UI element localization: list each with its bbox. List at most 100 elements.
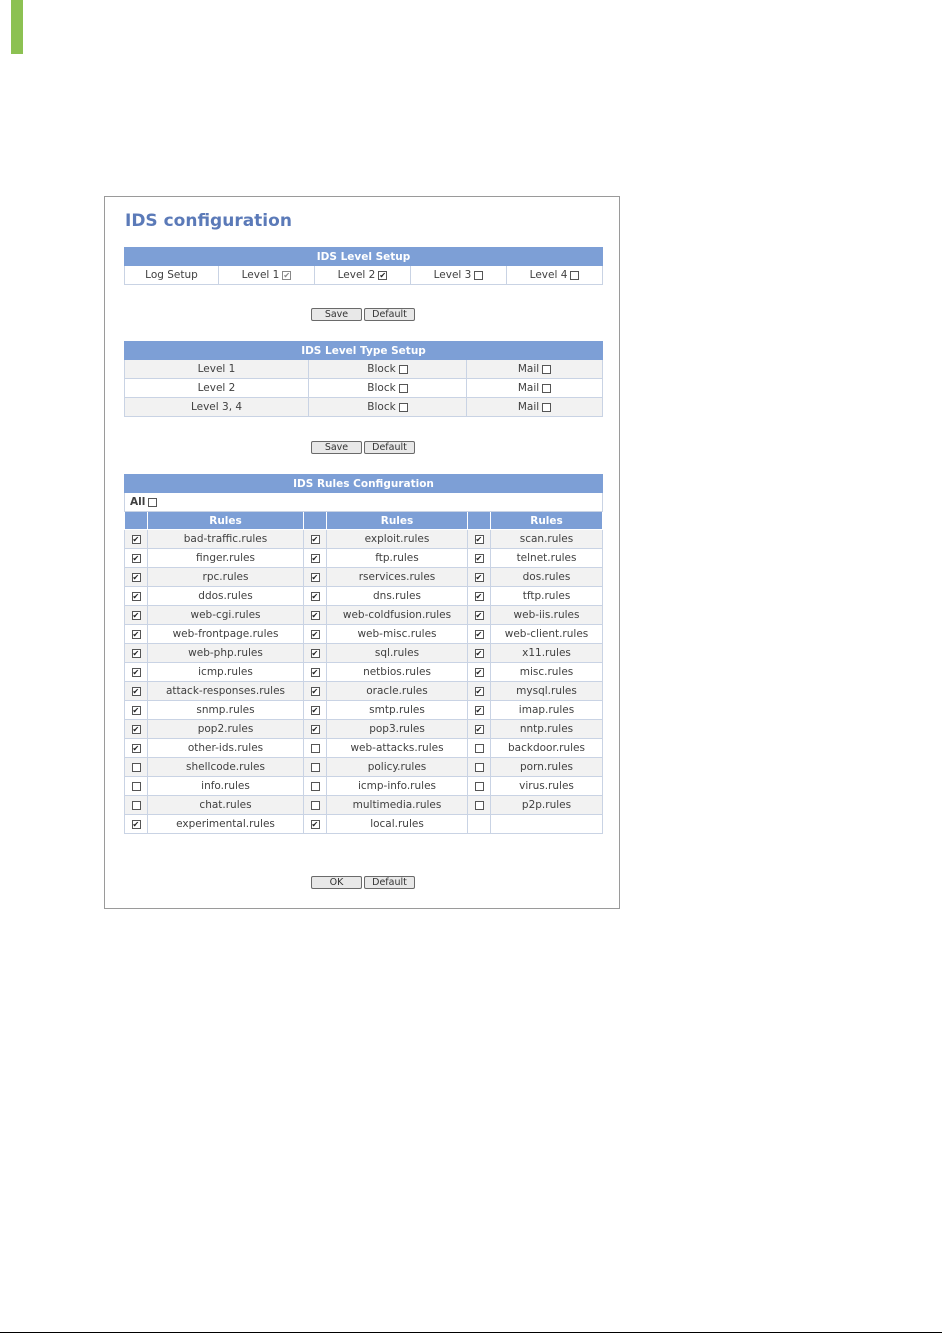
mail-cell: Mail: [466, 397, 603, 417]
rule-checkbox[interactable]: [131, 686, 141, 696]
level-type-buttons: Save Default: [105, 441, 621, 454]
rule-checkbox[interactable]: [474, 667, 484, 677]
default-button[interactable]: Default: [364, 308, 415, 321]
rule-checkbox[interactable]: [131, 553, 141, 563]
rule-checkbox[interactable]: [131, 534, 141, 544]
rule-checkbox-cell: [303, 605, 327, 625]
rule-checkbox[interactable]: [474, 591, 484, 601]
rule-checkbox[interactable]: [310, 629, 320, 639]
rule-name: dos.rules: [489, 567, 604, 587]
rule-checkbox[interactable]: [474, 686, 484, 696]
rule-name: web-frontpage.rules: [147, 624, 304, 644]
rule-checkbox[interactable]: [310, 705, 320, 715]
block-checkbox[interactable]: [398, 383, 408, 393]
rule-name: web-iis.rules: [489, 605, 604, 625]
rule-checkbox[interactable]: [310, 781, 320, 791]
mail-cell: Mail: [466, 378, 603, 398]
rule-checkbox[interactable]: [310, 610, 320, 620]
table-row: web-frontpage.rules web-misc.rules web-cli…: [124, 624, 604, 644]
rule-checkbox-cell: [303, 814, 327, 834]
rule-checkbox[interactable]: [131, 762, 141, 772]
rule-name: info.rules: [147, 776, 304, 796]
rule-checkbox[interactable]: [310, 819, 320, 829]
rule-name: icmp-info.rules: [326, 776, 468, 796]
rule-name: bad-traffic.rules: [147, 529, 304, 549]
level-1-checkbox[interactable]: [282, 270, 292, 280]
block-cell: Block: [308, 378, 467, 398]
table-row: web-cgi.rules web-coldfusion.rules web-iis…: [124, 605, 604, 625]
rule-checkbox[interactable]: [310, 534, 320, 544]
rule-name: web-attacks.rules: [326, 738, 468, 758]
rule-checkbox[interactable]: [131, 667, 141, 677]
level-label: Level 3: [433, 269, 472, 281]
rule-checkbox-cell: [303, 776, 327, 796]
rule-checkbox[interactable]: [310, 724, 320, 734]
rule-checkbox-cell: [303, 643, 327, 663]
rule-checkbox-cell: [124, 776, 148, 796]
table-row: experimental.rules local.rules: [124, 814, 604, 834]
block-checkbox[interactable]: [398, 364, 408, 374]
rule-checkbox[interactable]: [474, 534, 484, 544]
rule-checkbox[interactable]: [474, 610, 484, 620]
save-button[interactable]: Save: [311, 308, 362, 321]
mail-checkbox[interactable]: [542, 383, 552, 393]
rule-checkbox[interactable]: [474, 553, 484, 563]
rule-checkbox[interactable]: [131, 800, 141, 810]
rule-checkbox-cell: [124, 605, 148, 625]
rule-checkbox-cell: [467, 700, 491, 720]
save-button[interactable]: Save: [311, 441, 362, 454]
rule-checkbox[interactable]: [310, 572, 320, 582]
level-4-checkbox[interactable]: [570, 270, 580, 280]
rule-checkbox[interactable]: [131, 572, 141, 582]
mail-checkbox[interactable]: [542, 364, 552, 374]
rule-checkbox[interactable]: [474, 762, 484, 772]
rule-checkbox[interactable]: [131, 819, 141, 829]
rule-checkbox[interactable]: [310, 743, 320, 753]
rule-checkbox[interactable]: [474, 648, 484, 658]
rule-checkbox[interactable]: [131, 781, 141, 791]
rule-checkbox[interactable]: [131, 724, 141, 734]
ok-button[interactable]: OK: [311, 876, 362, 889]
rule-checkbox[interactable]: [131, 629, 141, 639]
rule-checkbox[interactable]: [131, 705, 141, 715]
rule-checkbox[interactable]: [131, 610, 141, 620]
rule-name: local.rules: [326, 814, 468, 834]
rule-checkbox[interactable]: [131, 743, 141, 753]
rule-checkbox[interactable]: [310, 591, 320, 601]
rule-checkbox[interactable]: [474, 743, 484, 753]
rule-checkbox[interactable]: [310, 800, 320, 810]
default-button[interactable]: Default: [364, 876, 415, 889]
rule-checkbox-cell: [124, 643, 148, 663]
rule-checkbox[interactable]: [310, 686, 320, 696]
rule-name: web-php.rules: [147, 643, 304, 663]
default-button[interactable]: Default: [364, 441, 415, 454]
rule-checkbox[interactable]: [474, 705, 484, 715]
green-marker-bar: [11, 0, 23, 54]
mail-checkbox[interactable]: [542, 402, 552, 412]
block-checkbox[interactable]: [398, 402, 408, 412]
rule-checkbox[interactable]: [131, 591, 141, 601]
rule-checkbox[interactable]: [474, 572, 484, 582]
rule-checkbox[interactable]: [310, 762, 320, 772]
rule-checkbox[interactable]: [474, 724, 484, 734]
level-setup-table: IDS Level Setup Log Setup Level 1 Level 2…: [123, 247, 604, 285]
rule-name: netbios.rules: [326, 662, 468, 682]
rule-name: telnet.rules: [489, 548, 604, 568]
level-3-checkbox[interactable]: [474, 270, 484, 280]
rule-checkbox[interactable]: [310, 648, 320, 658]
level-2-checkbox[interactable]: [378, 270, 388, 280]
rule-checkbox[interactable]: [310, 667, 320, 677]
table-row: chat.rules multimedia.rules p2p.rules: [124, 795, 604, 815]
level-type-name: Level 1: [124, 359, 309, 379]
rules-buttons: OK Default: [105, 876, 621, 889]
level-type-name: Level 3, 4: [124, 397, 309, 417]
all-checkbox[interactable]: [148, 497, 158, 507]
rule-checkbox[interactable]: [474, 629, 484, 639]
rule-checkbox[interactable]: [131, 648, 141, 658]
level-type-row: Level 2 Block Mail: [124, 378, 603, 398]
rule-checkbox[interactable]: [474, 781, 484, 791]
rule-checkbox[interactable]: [474, 800, 484, 810]
block-label: Block: [367, 363, 396, 375]
rule-checkbox[interactable]: [310, 553, 320, 563]
rule-name: other-ids.rules: [147, 738, 304, 758]
